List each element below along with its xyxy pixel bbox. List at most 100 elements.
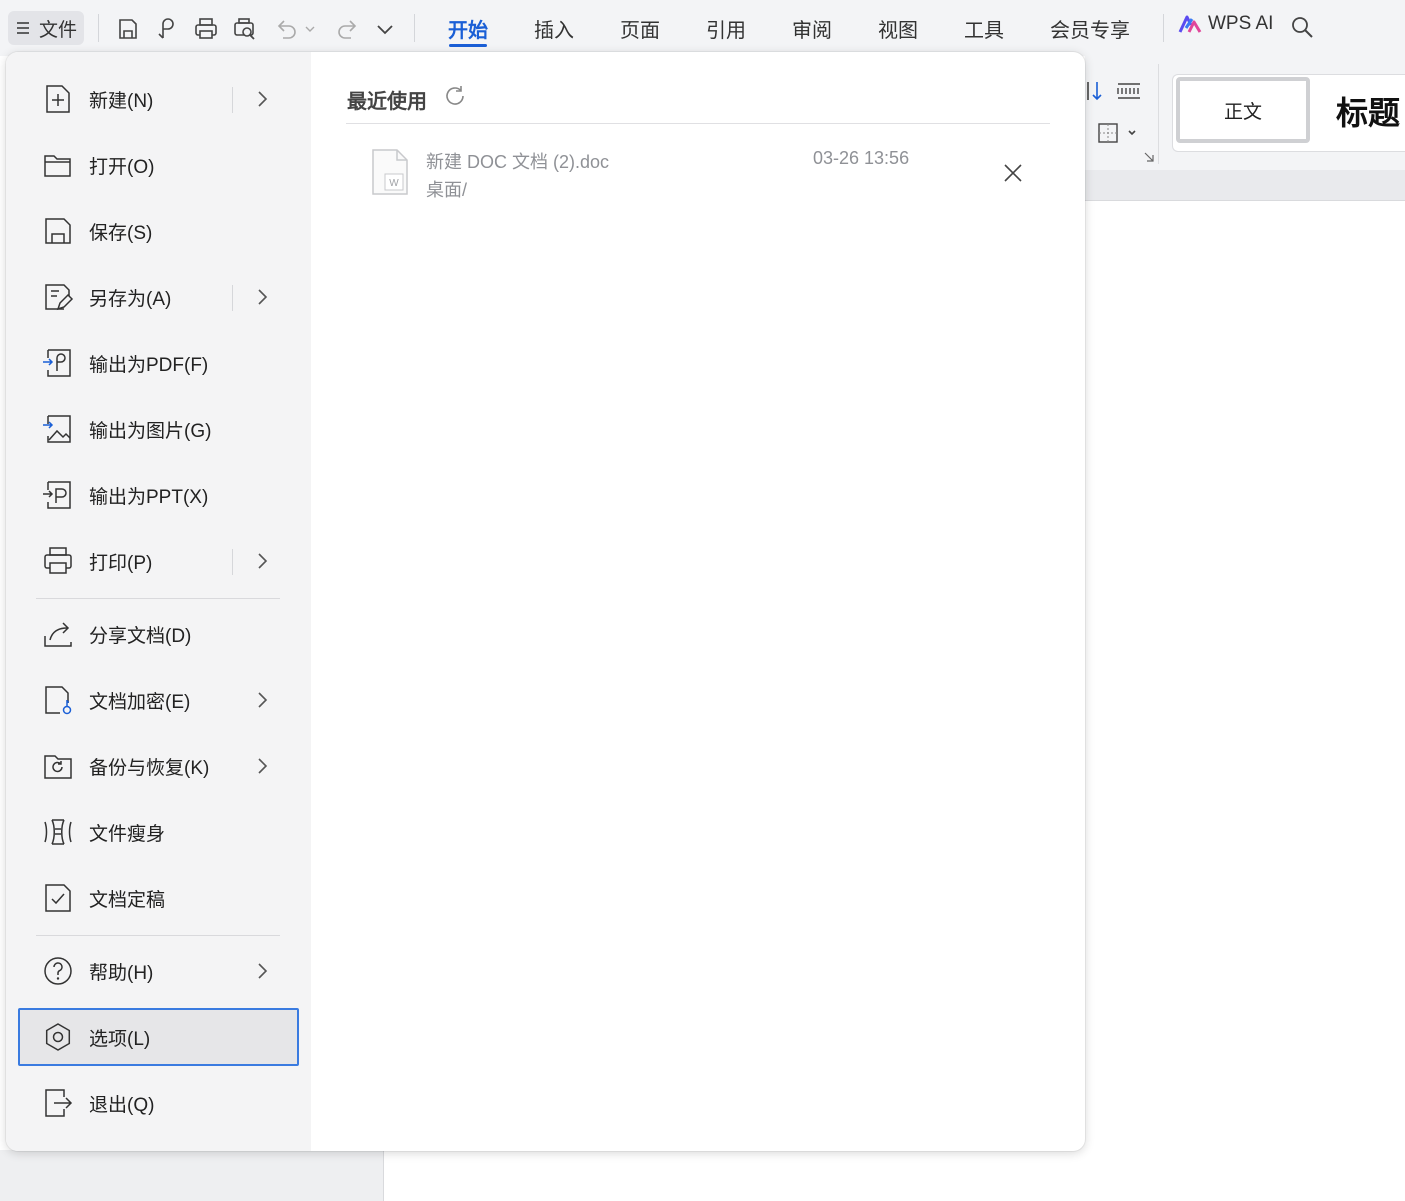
ribbon-divider: [1158, 64, 1159, 164]
export-pdf-icon: [43, 349, 71, 377]
chevron-right-icon[interactable]: [256, 550, 270, 572]
file-menu-button[interactable]: 文件: [8, 11, 84, 45]
tab-tools[interactable]: 工具: [964, 14, 1004, 43]
export-image-icon: [43, 415, 71, 443]
undo-icon[interactable]: [274, 16, 318, 42]
export-ppt-icon: [43, 481, 71, 509]
tab-review[interactable]: 审阅: [792, 14, 832, 43]
tab-member[interactable]: 会员专享: [1050, 14, 1130, 43]
menu-item-print[interactable]: 打印(P): [18, 532, 299, 590]
word-doc-icon: W: [372, 149, 408, 195]
menu-item-label: 输出为PPT(X): [89, 486, 209, 508]
menu-item-label: 分享文档(D): [89, 625, 192, 647]
menu-item-share[interactable]: 分享文档(D): [18, 605, 299, 663]
expand-corner-icon[interactable]: [1143, 151, 1155, 163]
chevron-right-icon[interactable]: [256, 88, 270, 110]
wps-ai-button[interactable]: WPS AI: [1178, 13, 1273, 35]
svg-text:W: W: [389, 178, 399, 189]
borders-icon[interactable]: [1097, 122, 1141, 144]
file-menu-list: 新建(N) 打开(O) 保存(S) 另存为(A) 输出为PDF(F) 输出为图片…: [6, 52, 311, 1151]
menu-item-backup[interactable]: 备份与恢复(K): [18, 737, 299, 795]
hamburger-icon: [16, 22, 29, 34]
toolbar-divider: [1163, 14, 1164, 42]
document-margin: [0, 1150, 383, 1201]
tab-home[interactable]: 开始: [448, 14, 488, 43]
tab-references[interactable]: 引用: [706, 14, 746, 43]
export-pdf-icon[interactable]: [154, 16, 180, 42]
menu-item-label: 输出为PDF(F): [89, 354, 209, 376]
save-icon: [45, 218, 71, 244]
menu-item-label: 备份与恢复(K): [89, 757, 210, 779]
submenu-divider: [232, 87, 233, 113]
menu-item-open[interactable]: 打开(O): [18, 136, 299, 194]
show-marks-icon[interactable]: [1116, 80, 1142, 102]
menu-item-finalize[interactable]: 文档定稿: [18, 869, 299, 927]
recent-divider: [346, 123, 1050, 124]
wps-ai-label: WPS AI: [1208, 13, 1274, 34]
print-preview-icon[interactable]: [232, 16, 258, 42]
menu-divider: [36, 598, 280, 599]
style-heading[interactable]: 标题: [1336, 88, 1400, 134]
menu-item-slim-file[interactable]: 文件瘦身: [18, 803, 299, 861]
menu-item-export-image[interactable]: 输出为图片(G): [18, 400, 299, 458]
share-icon: [44, 622, 72, 647]
menu-item-exit[interactable]: 退出(Q): [18, 1074, 299, 1132]
chevron-right-icon[interactable]: [256, 689, 270, 711]
menu-item-options[interactable]: 选项(L): [18, 1008, 299, 1066]
file-menu-label: 文件: [38, 19, 77, 41]
toolbar-divider: [98, 14, 99, 42]
recent-file-time: 03-26 13:56: [813, 148, 910, 168]
slim-file-icon: [44, 819, 72, 845]
menu-item-label: 新建(N): [89, 90, 154, 112]
exit-icon: [45, 1089, 73, 1117]
backup-icon: [44, 755, 72, 779]
menu-item-encrypt[interactable]: 文档加密(E): [18, 671, 299, 729]
submenu-divider: [232, 549, 233, 575]
menu-item-label: 帮助(H): [89, 962, 154, 984]
style-normal[interactable]: 正文: [1176, 77, 1310, 143]
chevron-right-icon[interactable]: [256, 286, 270, 308]
menu-item-label: 打印(P): [89, 552, 153, 574]
recent-file-path: 桌面/: [426, 180, 468, 200]
active-tab-indicator: [449, 44, 487, 47]
tab-view[interactable]: 视图: [878, 14, 918, 43]
help-icon: [44, 957, 72, 985]
menu-item-help[interactable]: 帮助(H): [18, 942, 299, 1000]
menu-item-save-as[interactable]: 另存为(A): [18, 268, 299, 326]
page-edge: [383, 1150, 384, 1201]
print-icon: [44, 547, 72, 574]
tab-insert[interactable]: 插入: [534, 14, 574, 43]
top-toolbar: 文件 开始 插入 页面 引用 审阅 视图 工具 会员专享 WPS AI: [0, 0, 1405, 56]
redo-icon[interactable]: [334, 16, 360, 42]
recent-file-name: 新建 DOC 文档 (2).doc: [426, 152, 610, 172]
menu-item-export-pdf[interactable]: 输出为PDF(F): [18, 334, 299, 392]
save-icon[interactable]: [115, 16, 141, 42]
chevron-right-icon[interactable]: [256, 960, 270, 982]
options-icon: [45, 1023, 71, 1051]
menu-item-label: 退出(Q): [89, 1094, 155, 1116]
toolbar-divider: [414, 14, 415, 42]
submenu-divider: [232, 285, 233, 311]
encrypt-icon: [45, 686, 72, 715]
file-menu-panel: 新建(N) 打开(O) 保存(S) 另存为(A) 输出为PDF(F) 输出为图片…: [6, 52, 1085, 1151]
chevron-right-icon[interactable]: [256, 755, 270, 777]
menu-item-label: 选项(L): [89, 1028, 151, 1050]
new-doc-icon: [46, 85, 70, 113]
print-icon[interactable]: [193, 16, 219, 42]
sort-icon[interactable]: [1085, 80, 1103, 102]
close-icon[interactable]: [1002, 162, 1024, 184]
chevron-down-icon[interactable]: [372, 16, 398, 42]
folder-open-icon: [44, 155, 71, 177]
save-as-icon: [45, 284, 74, 311]
menu-item-new[interactable]: 新建(N): [18, 70, 299, 128]
menu-item-export-ppt[interactable]: 输出为PPT(X): [18, 466, 299, 524]
search-icon[interactable]: [1289, 14, 1315, 40]
menu-item-save[interactable]: 保存(S): [18, 202, 299, 260]
menu-item-label: 保存(S): [89, 222, 153, 244]
tab-page[interactable]: 页面: [620, 14, 660, 43]
recent-file-item[interactable]: W 新建 DOC 文档 (2).doc 桌面/ 03-26 13:56: [361, 140, 1041, 206]
menu-item-label: 文件瘦身: [89, 823, 166, 845]
refresh-icon[interactable]: [443, 84, 467, 108]
menu-item-label: 输出为图片(G): [89, 420, 212, 442]
recent-section-title: 最近使用: [347, 91, 427, 113]
